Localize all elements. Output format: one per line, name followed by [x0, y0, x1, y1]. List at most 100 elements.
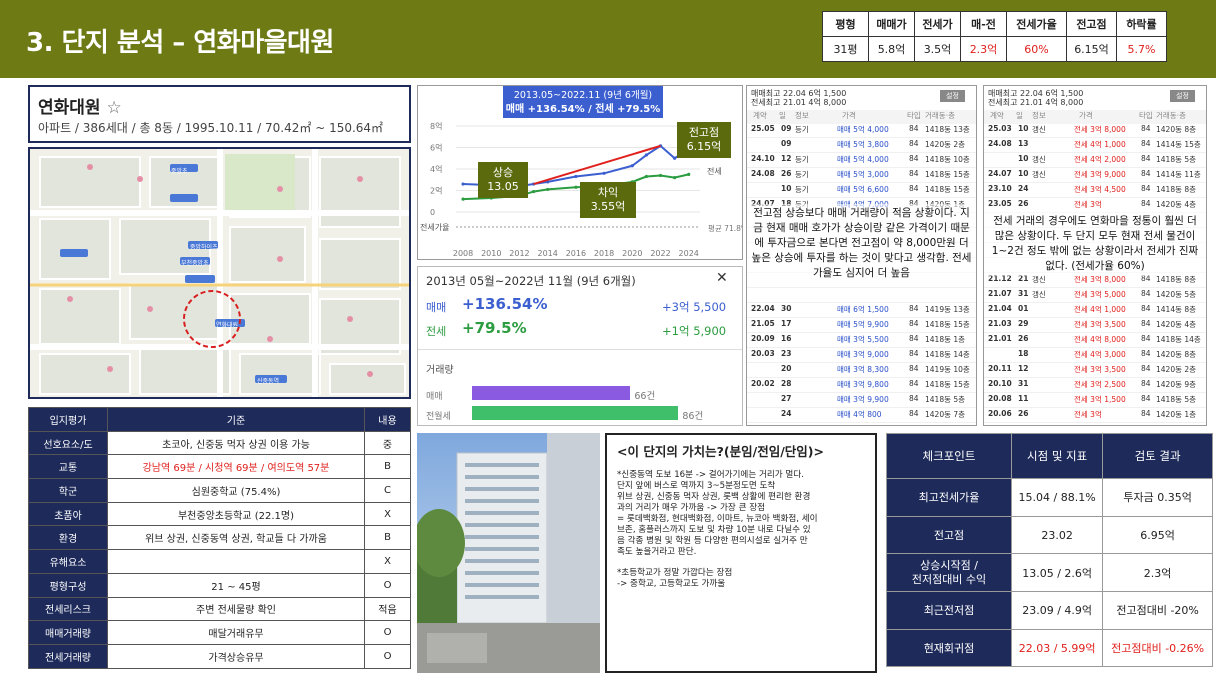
list-item[interactable]: 21.04 01 전세 4억 1,000 84 1414동 8층 [984, 304, 1206, 319]
sale-note: 전고점 상승보다 매매 거래량이 적음 상황이다. 지금 현재 매매 호가가 상… [747, 204, 976, 283]
callout-peak: 전고점 6.15억 [677, 122, 731, 158]
settings-button[interactable]: 설정 [940, 90, 965, 102]
list-cell: 20.06 [988, 409, 1012, 418]
data-point [461, 182, 465, 186]
list-item[interactable]: 24 매매 4억 800 84 1420동 7층 [747, 409, 976, 424]
list-cell: 매매 3억 9,800 [837, 380, 889, 389]
summary-header: 매-전 [960, 11, 1007, 37]
list-item[interactable]: 24.08 13 전세 4억 1,000 84 1414동 15층 [984, 139, 1206, 154]
row-value: X [364, 501, 411, 527]
sale-amount: +3억 5,500 [662, 300, 727, 314]
location-map[interactable]: 중앙초 부천중앙초 중앙하이츠 연화대원 신중동역 [28, 147, 411, 399]
table-row: 전고점 23.02 6.95억 [886, 515, 1213, 555]
list-item[interactable]: 20 매매 3억 8,300 84 1419동 10층 [747, 364, 976, 379]
list-cell: 24.10 [751, 154, 775, 163]
list-cell: 13 [1018, 139, 1029, 148]
list-cell: 1420동 5층 [1156, 290, 1197, 299]
apartment-info: 아파트 / 386세대 / 총 8동 / 1995.10.11 / 70.42㎡… [38, 121, 384, 135]
list-item[interactable]: 22.04 30 매매 6억 1,500 84 1419동 13층 [747, 304, 976, 319]
list-cell: 84 [1141, 139, 1151, 148]
list-cell: 84 [1141, 409, 1151, 418]
list-cell: 24 [1018, 184, 1029, 193]
value-line: -> 중학교, 고등학교도 가까울 [617, 579, 726, 589]
list-item[interactable]: 18 전세 4억 3,000 84 1420동 8층 [984, 349, 1206, 364]
table-row: 초품아 부천중앙초등학교 (22.1명) X [28, 501, 411, 527]
list-item[interactable]: 21.03 29 전세 3억 3,500 84 1420동 4층 [984, 319, 1206, 334]
row-criteria [107, 549, 365, 574]
list-item[interactable]: 21.12 21 갱신 전세 3억 8,000 84 1418동 8층 [984, 274, 1206, 289]
apartment-photo [417, 433, 600, 673]
x-tick-label: 2022 [650, 249, 670, 258]
list-item[interactable]: 10 등기 매매 5억 6,600 84 1418동 15층 [747, 184, 976, 199]
vol-sale-label: 매매 [426, 392, 443, 402]
list-top-jeonse: 전세최고 21.01 4억 8,000 [751, 98, 847, 107]
value-line: 과의 거리가 매우 가까움 -> 가장 큰 장점 [617, 503, 766, 513]
jeonse-pct: +79.5% [462, 319, 527, 337]
row-result: 투자금 0.35억 [1102, 478, 1213, 517]
row-value: 중 [364, 430, 411, 456]
list-cell: 전세 4억 8,000 [1074, 335, 1126, 344]
list-cell: 84 [909, 409, 919, 418]
value-line: 브존, 홈플러스까지 도보 및 차량 10분 내로 다닐수 있 [617, 525, 811, 535]
star-icon[interactable]: ☆ [106, 98, 121, 118]
list-cell: 84 [909, 364, 919, 373]
table-row: 전세리스크 주변 전세물량 확인 적음 [28, 596, 411, 622]
list-item[interactable]: 20.11 12 전세 3억 3,500 84 1420동 2층 [984, 364, 1206, 379]
list-cell: 1420동 9층 [1156, 380, 1197, 389]
list-item[interactable]: 20.09 16 매매 3억 5,500 84 1418동 1층 [747, 334, 976, 349]
list-item[interactable]: 20.03 23 매매 3억 9,000 84 1418동 14층 [747, 349, 976, 364]
list-item[interactable]: 25.05 09 등기 매매 5억 4,000 84 1418동 13층 [747, 124, 976, 139]
list-cell: 등기 [795, 155, 809, 164]
list-item[interactable]: 09 매매 5억 3,800 84 1420동 2층 [747, 139, 976, 154]
list-item[interactable]: 24.08 26 등기 매매 5억 3,000 84 1418동 15층 [747, 169, 976, 184]
summary-value: 6.15억 [1066, 36, 1117, 62]
list-item[interactable]: 27 매매 3억 9,900 84 1418동 5층 [747, 394, 976, 409]
value-box: <이 단지의 가치는?(분임/전임/단임)> *신중동역 도보 16분 -> 걸… [605, 433, 877, 673]
row-criteria: 강남역 69분 / 시청역 69분 / 여의도역 57분 [107, 454, 365, 480]
map-label: 부천중앙초 [181, 260, 209, 267]
list-cell: 23.10 [988, 184, 1012, 193]
list-item[interactable]: 20.06 26 전세 3억 84 1420동 1층 [984, 409, 1206, 424]
summary-header: 매매가 [868, 11, 915, 37]
summary-value: 5.7% [1116, 36, 1167, 62]
list-item[interactable]: 24.10 12 등기 매매 5억 4,000 84 1418동 10층 [747, 154, 976, 169]
summary-value: 3.5억 [914, 36, 961, 62]
data-point [673, 156, 677, 160]
list-cell: 84 [1141, 289, 1151, 298]
list-item[interactable]: 10 갱신 전세 4억 2,000 84 1418동 5층 [984, 154, 1206, 169]
list-item[interactable]: 24.07 10 갱신 전세 3억 9,000 84 1414동 11층 [984, 169, 1206, 184]
list-cell: 10 [1018, 169, 1029, 178]
list-item[interactable]: 21.07 31 갱신 전세 3억 5,000 84 1420동 5층 [984, 289, 1206, 304]
list-cell: 매매 4억 800 [837, 410, 882, 419]
summary-value: 31평 [822, 36, 869, 62]
list-cell: 매매 5억 3,800 [837, 140, 889, 149]
col-header: 정보 [1032, 111, 1046, 120]
list-cell: 1418동 5층 [925, 395, 966, 404]
list-header: 계약 일 정보 가격 타입 거래동·층 [747, 110, 976, 125]
list-item[interactable]: 20.02 28 매매 3억 9,800 84 1418동 15층 [747, 379, 976, 394]
list-cell: 전세 4억 1,000 [1074, 140, 1126, 149]
list-cell: 84 [1141, 169, 1151, 178]
list-cell: 갱신 [1032, 155, 1046, 164]
list-cell: 매매 5억 9,900 [837, 320, 889, 329]
list-item[interactable]: 20.10 31 전세 3억 2,500 84 1420동 9층 [984, 379, 1206, 394]
list-item[interactable]: 21.05 17 매매 5억 9,900 84 1418동 15층 [747, 319, 976, 334]
row-criteria: 21 ~ 45평 [107, 572, 365, 598]
value-title: <이 단지의 가치는?(분임/전임/단임)> [617, 444, 824, 459]
list-item[interactable]: 23.10 24 전세 3억 4,500 84 1418동 8층 [984, 184, 1206, 199]
close-icon[interactable]: ✕ [716, 270, 728, 286]
list-cell: 24.07 [988, 169, 1012, 178]
list-item[interactable] [747, 289, 976, 304]
list-cell: 26 [781, 169, 792, 178]
table-header: 입지평가 [28, 407, 108, 432]
sale-pct: +136.54% [462, 295, 548, 313]
list-item[interactable]: 21.01 26 전세 4억 8,000 84 1418동 14층 [984, 334, 1206, 349]
map-label: 중앙초 [171, 168, 188, 175]
list-cell: 전세 4억 1,000 [1074, 305, 1126, 314]
list-cell: 1418동 8층 [1156, 185, 1197, 194]
list-cell: 84 [909, 169, 919, 178]
list-item[interactable]: 25.03 10 갱신 전세 3억 8,000 84 1420동 8층 [984, 124, 1206, 139]
settings-button[interactable]: 설정 [1170, 90, 1195, 102]
list-item[interactable]: 20.08 11 전세 3억 1,500 84 1418동 5층 [984, 394, 1206, 409]
list-cell: 1418동 5층 [1156, 395, 1197, 404]
